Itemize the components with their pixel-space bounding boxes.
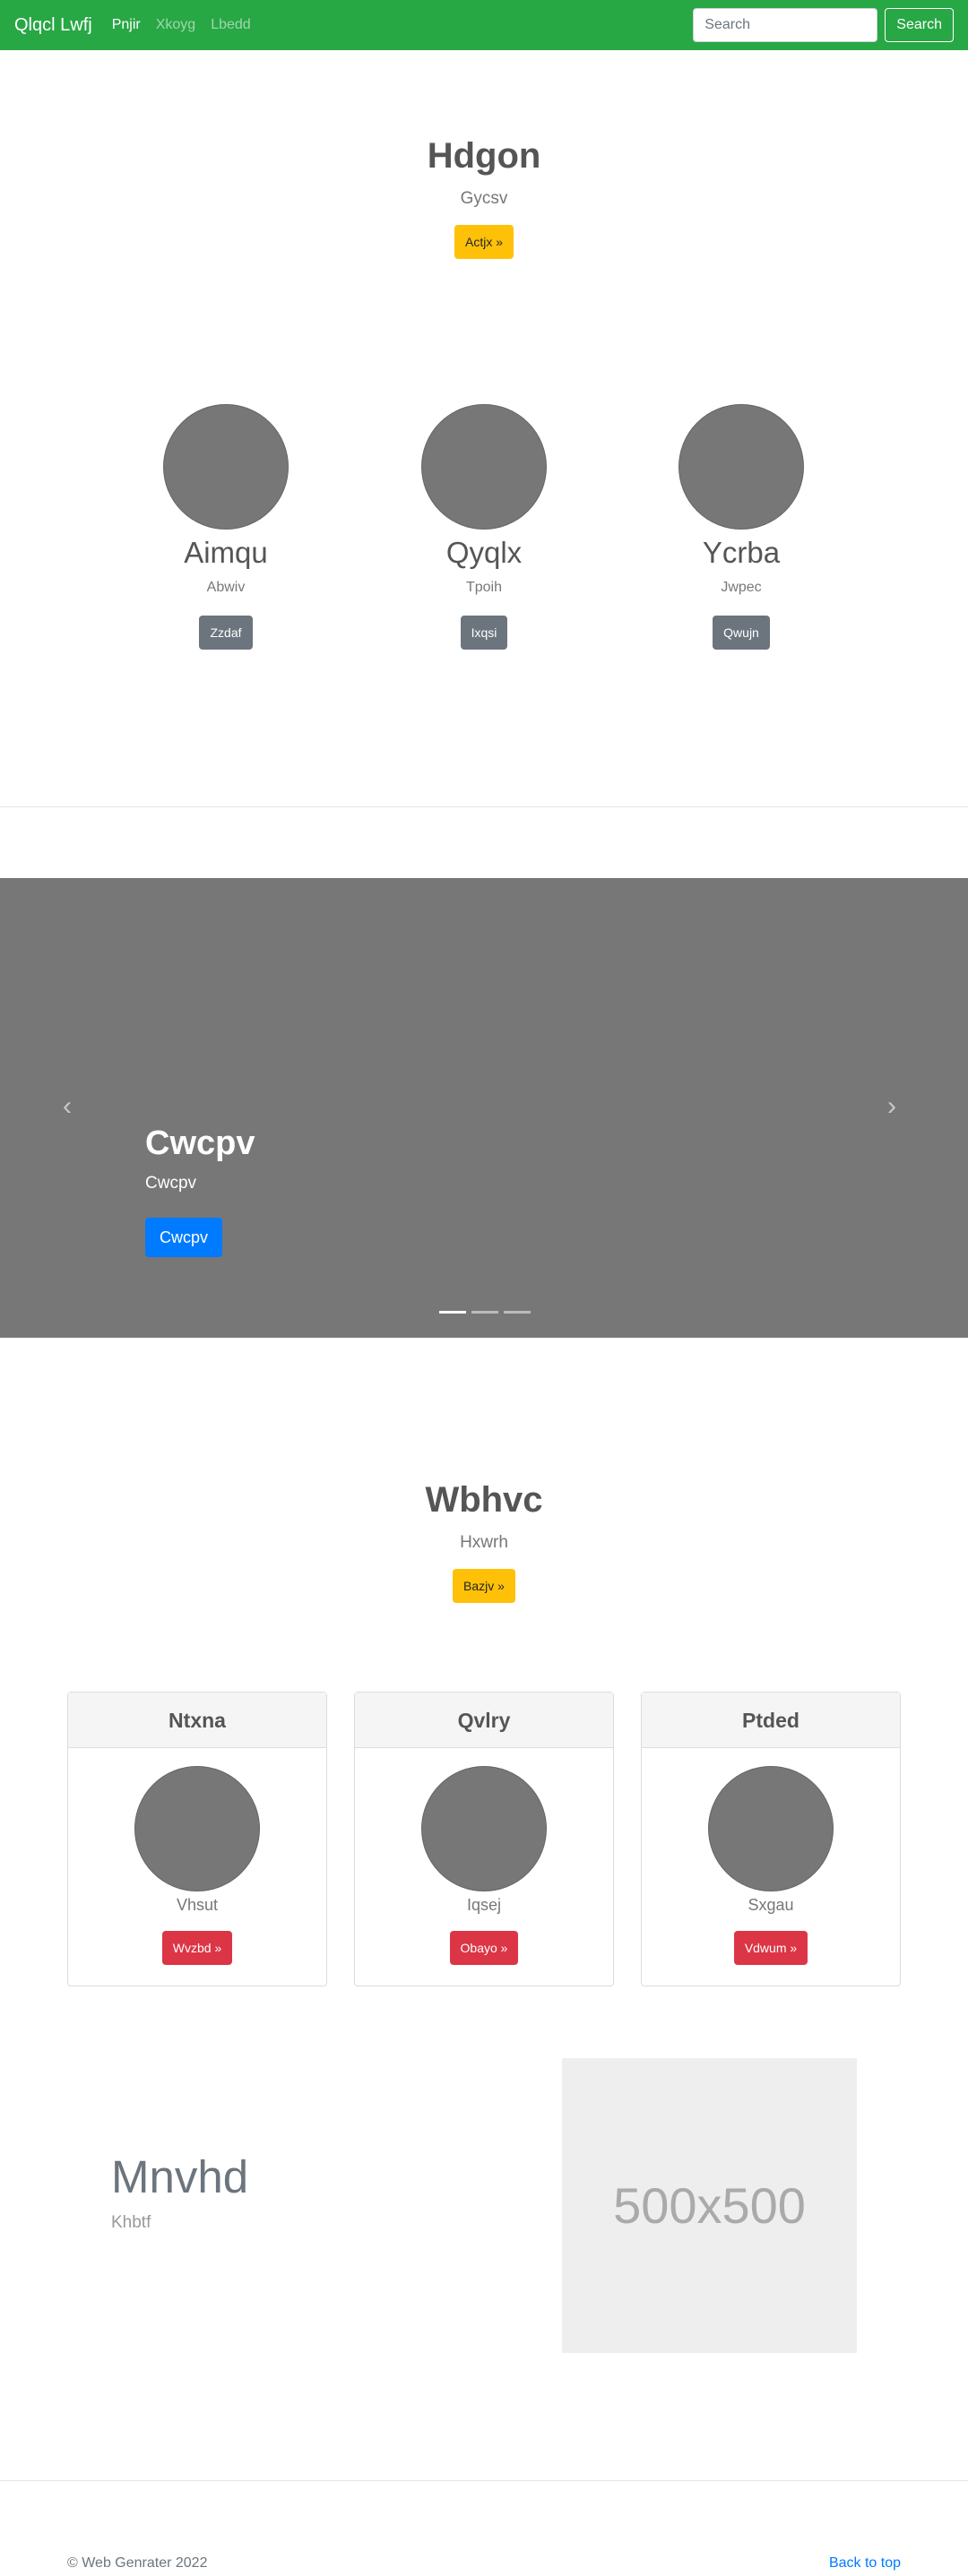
card-button[interactable]: Obayo » bbox=[449, 1931, 519, 1965]
avatar bbox=[421, 1766, 547, 1891]
section2-hero: Wbhvc Hxwrh Bazjv » bbox=[0, 1480, 968, 1603]
carousel: ‹ › Cwcpv Cwcpv Cwcpv bbox=[0, 878, 968, 1338]
person-card: Qyqlx Tpoih Ixqsi bbox=[385, 404, 583, 650]
feature-subtitle: Khbtf bbox=[111, 2213, 151, 2232]
footer-divider bbox=[0, 2480, 968, 2481]
card-header: Ntxna bbox=[68, 1693, 326, 1748]
card: Ntxna Vhsut Wvzbd » bbox=[67, 1692, 327, 1986]
nav-link-2[interactable]: Xkoyg bbox=[156, 17, 195, 33]
person-name: Qyqlx bbox=[445, 536, 523, 569]
card: Qvlry Iqsej Obayo » bbox=[354, 1692, 614, 1986]
nav-link-1[interactable]: Pnjir bbox=[112, 17, 141, 33]
section2-button[interactable]: Bazjv » bbox=[453, 1569, 515, 1603]
person-button[interactable]: Qwujn bbox=[713, 616, 770, 650]
avatar bbox=[708, 1766, 834, 1891]
section2-subtitle: Hxwrh bbox=[460, 1533, 508, 1552]
person-button[interactable]: Zzdaf bbox=[199, 616, 253, 650]
card-name: Iqsej bbox=[466, 1896, 502, 1914]
person-button[interactable]: Ixqsi bbox=[460, 616, 508, 650]
carousel-next-icon[interactable]: › bbox=[887, 1091, 896, 1122]
person-card: Ycrba Jwpec Qwujn bbox=[643, 404, 840, 650]
carousel-caption-title: Cwcpv bbox=[145, 1124, 255, 1162]
avatar bbox=[421, 404, 547, 530]
carousel-button[interactable]: Cwcpv bbox=[145, 1218, 223, 1257]
person-role: Abwiv bbox=[206, 580, 246, 595]
hero-title: Hdgon bbox=[427, 136, 541, 176]
navbar: Qlqcl Lwfj Pnjir Xkoyg Lbedd Search bbox=[0, 0, 968, 50]
person-role: Jwpec bbox=[721, 580, 762, 595]
person-card: Aimqu Abwiv Zzdaf bbox=[127, 404, 324, 650]
person-name: Aimqu bbox=[184, 536, 268, 569]
card-button[interactable]: Wvzbd » bbox=[161, 1931, 233, 1965]
avatar bbox=[678, 404, 804, 530]
brand-link[interactable]: Qlqcl Lwfj bbox=[14, 15, 92, 36]
card: Ptded Sxgau Vdwum » bbox=[641, 1692, 901, 1986]
hero-subtitle: Gycsv bbox=[460, 189, 508, 208]
search-input[interactable] bbox=[693, 8, 878, 42]
card-header: Ptded bbox=[642, 1693, 900, 1748]
card-name: Sxgau bbox=[748, 1896, 794, 1914]
carousel-indicator[interactable] bbox=[471, 1311, 498, 1314]
avatar bbox=[163, 404, 289, 530]
card-header: Qvlry bbox=[355, 1693, 613, 1748]
carousel-prev-icon[interactable]: ‹ bbox=[63, 1091, 72, 1122]
person-name: Ycrba bbox=[702, 536, 781, 569]
search-form: Search bbox=[693, 8, 954, 42]
avatar bbox=[134, 1766, 260, 1891]
nav-link-3[interactable]: Lbedd bbox=[211, 17, 251, 33]
placeholder-image: 500x500 bbox=[562, 2058, 857, 2353]
section-divider bbox=[0, 806, 968, 807]
carousel-caption-text: Cwcpv bbox=[145, 1174, 197, 1193]
search-button[interactable]: Search bbox=[885, 8, 954, 42]
back-to-top-link[interactable]: Back to top bbox=[829, 2555, 901, 2572]
card-button[interactable]: Vdwum » bbox=[733, 1931, 808, 1965]
person-role: Tpoih bbox=[465, 580, 503, 595]
carousel-indicator[interactable] bbox=[504, 1311, 531, 1314]
carousel-indicator[interactable] bbox=[439, 1311, 466, 1314]
carousel-indicators bbox=[436, 1311, 533, 1314]
hero-button[interactable]: Actjx » bbox=[454, 225, 514, 259]
section2-title: Wbhvc bbox=[425, 1480, 543, 1520]
footer-copyright: © Web Genrater 2022 bbox=[67, 2555, 208, 2571]
hero: Hdgon Gycsv Actjx » bbox=[0, 136, 968, 259]
card-name: Vhsut bbox=[176, 1896, 219, 1914]
feature-title: Mnvhd bbox=[111, 2151, 249, 2202]
